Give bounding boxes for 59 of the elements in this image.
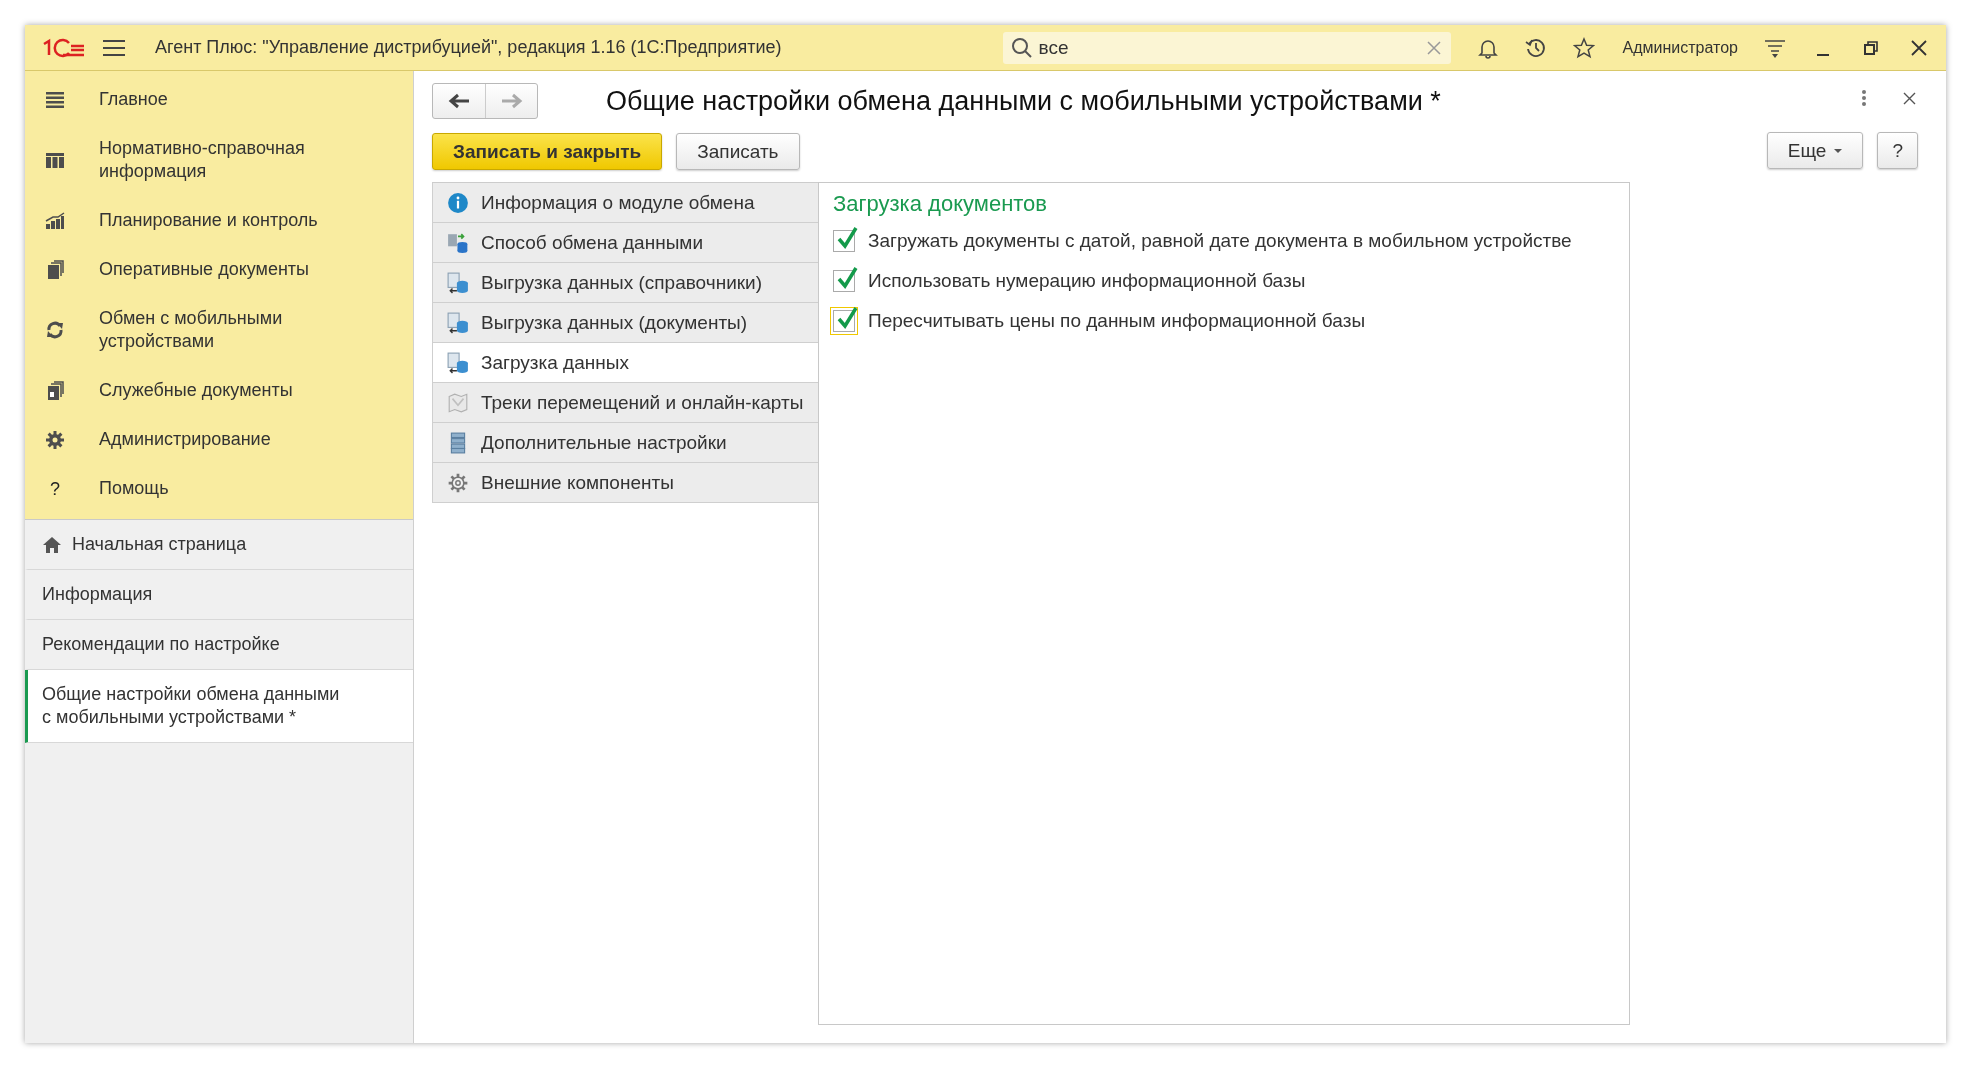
section-item[interactable]: Обмен с мобильными устройствами [25, 294, 413, 366]
section-item[interactable]: Нормативно-справочная информация [25, 124, 413, 196]
nav-tab[interactable]: Информация о модуле обмена [432, 183, 819, 223]
home-icon [42, 535, 62, 554]
help-button[interactable]: ? [1877, 132, 1918, 169]
nav-tab[interactable]: Дополнительные настройки [432, 423, 819, 463]
history-icon[interactable] [1524, 36, 1547, 59]
database-document-icon [447, 271, 469, 294]
sync-icon [45, 320, 65, 340]
documents-icon [45, 380, 65, 401]
nav-tab[interactable]: Треки перемещений и онлайн-карты [432, 383, 819, 423]
bar-chart-icon [45, 210, 65, 231]
checkbox-label: Загружать документы с датой, равной дате документа в мобильном устройстве [868, 230, 1572, 252]
checkbox-label: Использовать нумерацию информационной базы [868, 270, 1306, 292]
search-field[interactable]: все [1002, 31, 1451, 64]
section-item[interactable]: Планирование и контроль [25, 196, 413, 245]
nav-tab[interactable]: Выгрузка данных (документы) [432, 303, 819, 343]
checkbox-label: Пересчитывать цены по данным информационной базы [868, 310, 1366, 332]
arrow-right-icon [500, 93, 523, 109]
section-item[interactable]: Служебные документы [25, 366, 413, 415]
section-item[interactable]: Оперативные документы [25, 245, 413, 294]
nav-tab[interactable]: Выгрузка данных (справочники) [432, 263, 819, 303]
star-icon[interactable] [1572, 36, 1595, 59]
database-document-icon [447, 351, 469, 374]
save-button[interactable]: Записать [676, 133, 800, 170]
books-icon [45, 150, 65, 170]
database-document-icon [447, 311, 469, 334]
nav-tab[interactable]: Способ обмена данными [432, 223, 819, 263]
group-title: Загрузка документов [833, 191, 1049, 217]
open-window-item[interactable]: Информация [25, 570, 413, 620]
section-item[interactable]: Главное [25, 75, 413, 124]
section-item[interactable]: ? Помощь [25, 464, 413, 513]
settings-icon [45, 429, 65, 450]
section-item[interactable]: Администрирование [25, 415, 413, 464]
save-and-close-button[interactable]: Записать и закрыть [432, 133, 663, 170]
more-options-icon[interactable] [1861, 89, 1867, 107]
menu-icon [45, 89, 65, 110]
database-exchange-icon [447, 231, 469, 254]
arrow-left-icon [448, 93, 470, 109]
checkbox[interactable] [833, 230, 855, 252]
nav-tab[interactable]: Загрузка данных [432, 343, 819, 383]
documents-icon [45, 259, 65, 280]
help-icon: ? [45, 478, 65, 499]
logo-icon [41, 36, 85, 59]
info-icon [447, 191, 469, 214]
user-name[interactable]: Администратор [1622, 38, 1738, 57]
checkbox[interactable] [833, 270, 855, 292]
form-title: Общие настройки обмена данными с мобильными устройствами * [606, 85, 1441, 117]
more-button[interactable]: Еще [1766, 132, 1864, 169]
nav-tab[interactable]: Внешние компоненты [432, 463, 819, 503]
menu-icon[interactable] [103, 38, 125, 57]
map-icon [447, 391, 469, 414]
window-title: Агент Плюс: "Управление дистрибуцией", редакция 1.16 (1С:Предприятие) [155, 37, 782, 58]
open-window-item[interactable]: Общие настройки обмена данными с мобильными устройствами * [25, 670, 413, 743]
clear-icon[interactable] [1426, 40, 1441, 55]
settings-icon [447, 471, 469, 494]
search-icon [1010, 36, 1033, 59]
open-window-item[interactable]: Начальная страница [25, 520, 413, 570]
close-icon[interactable] [1903, 91, 1916, 105]
